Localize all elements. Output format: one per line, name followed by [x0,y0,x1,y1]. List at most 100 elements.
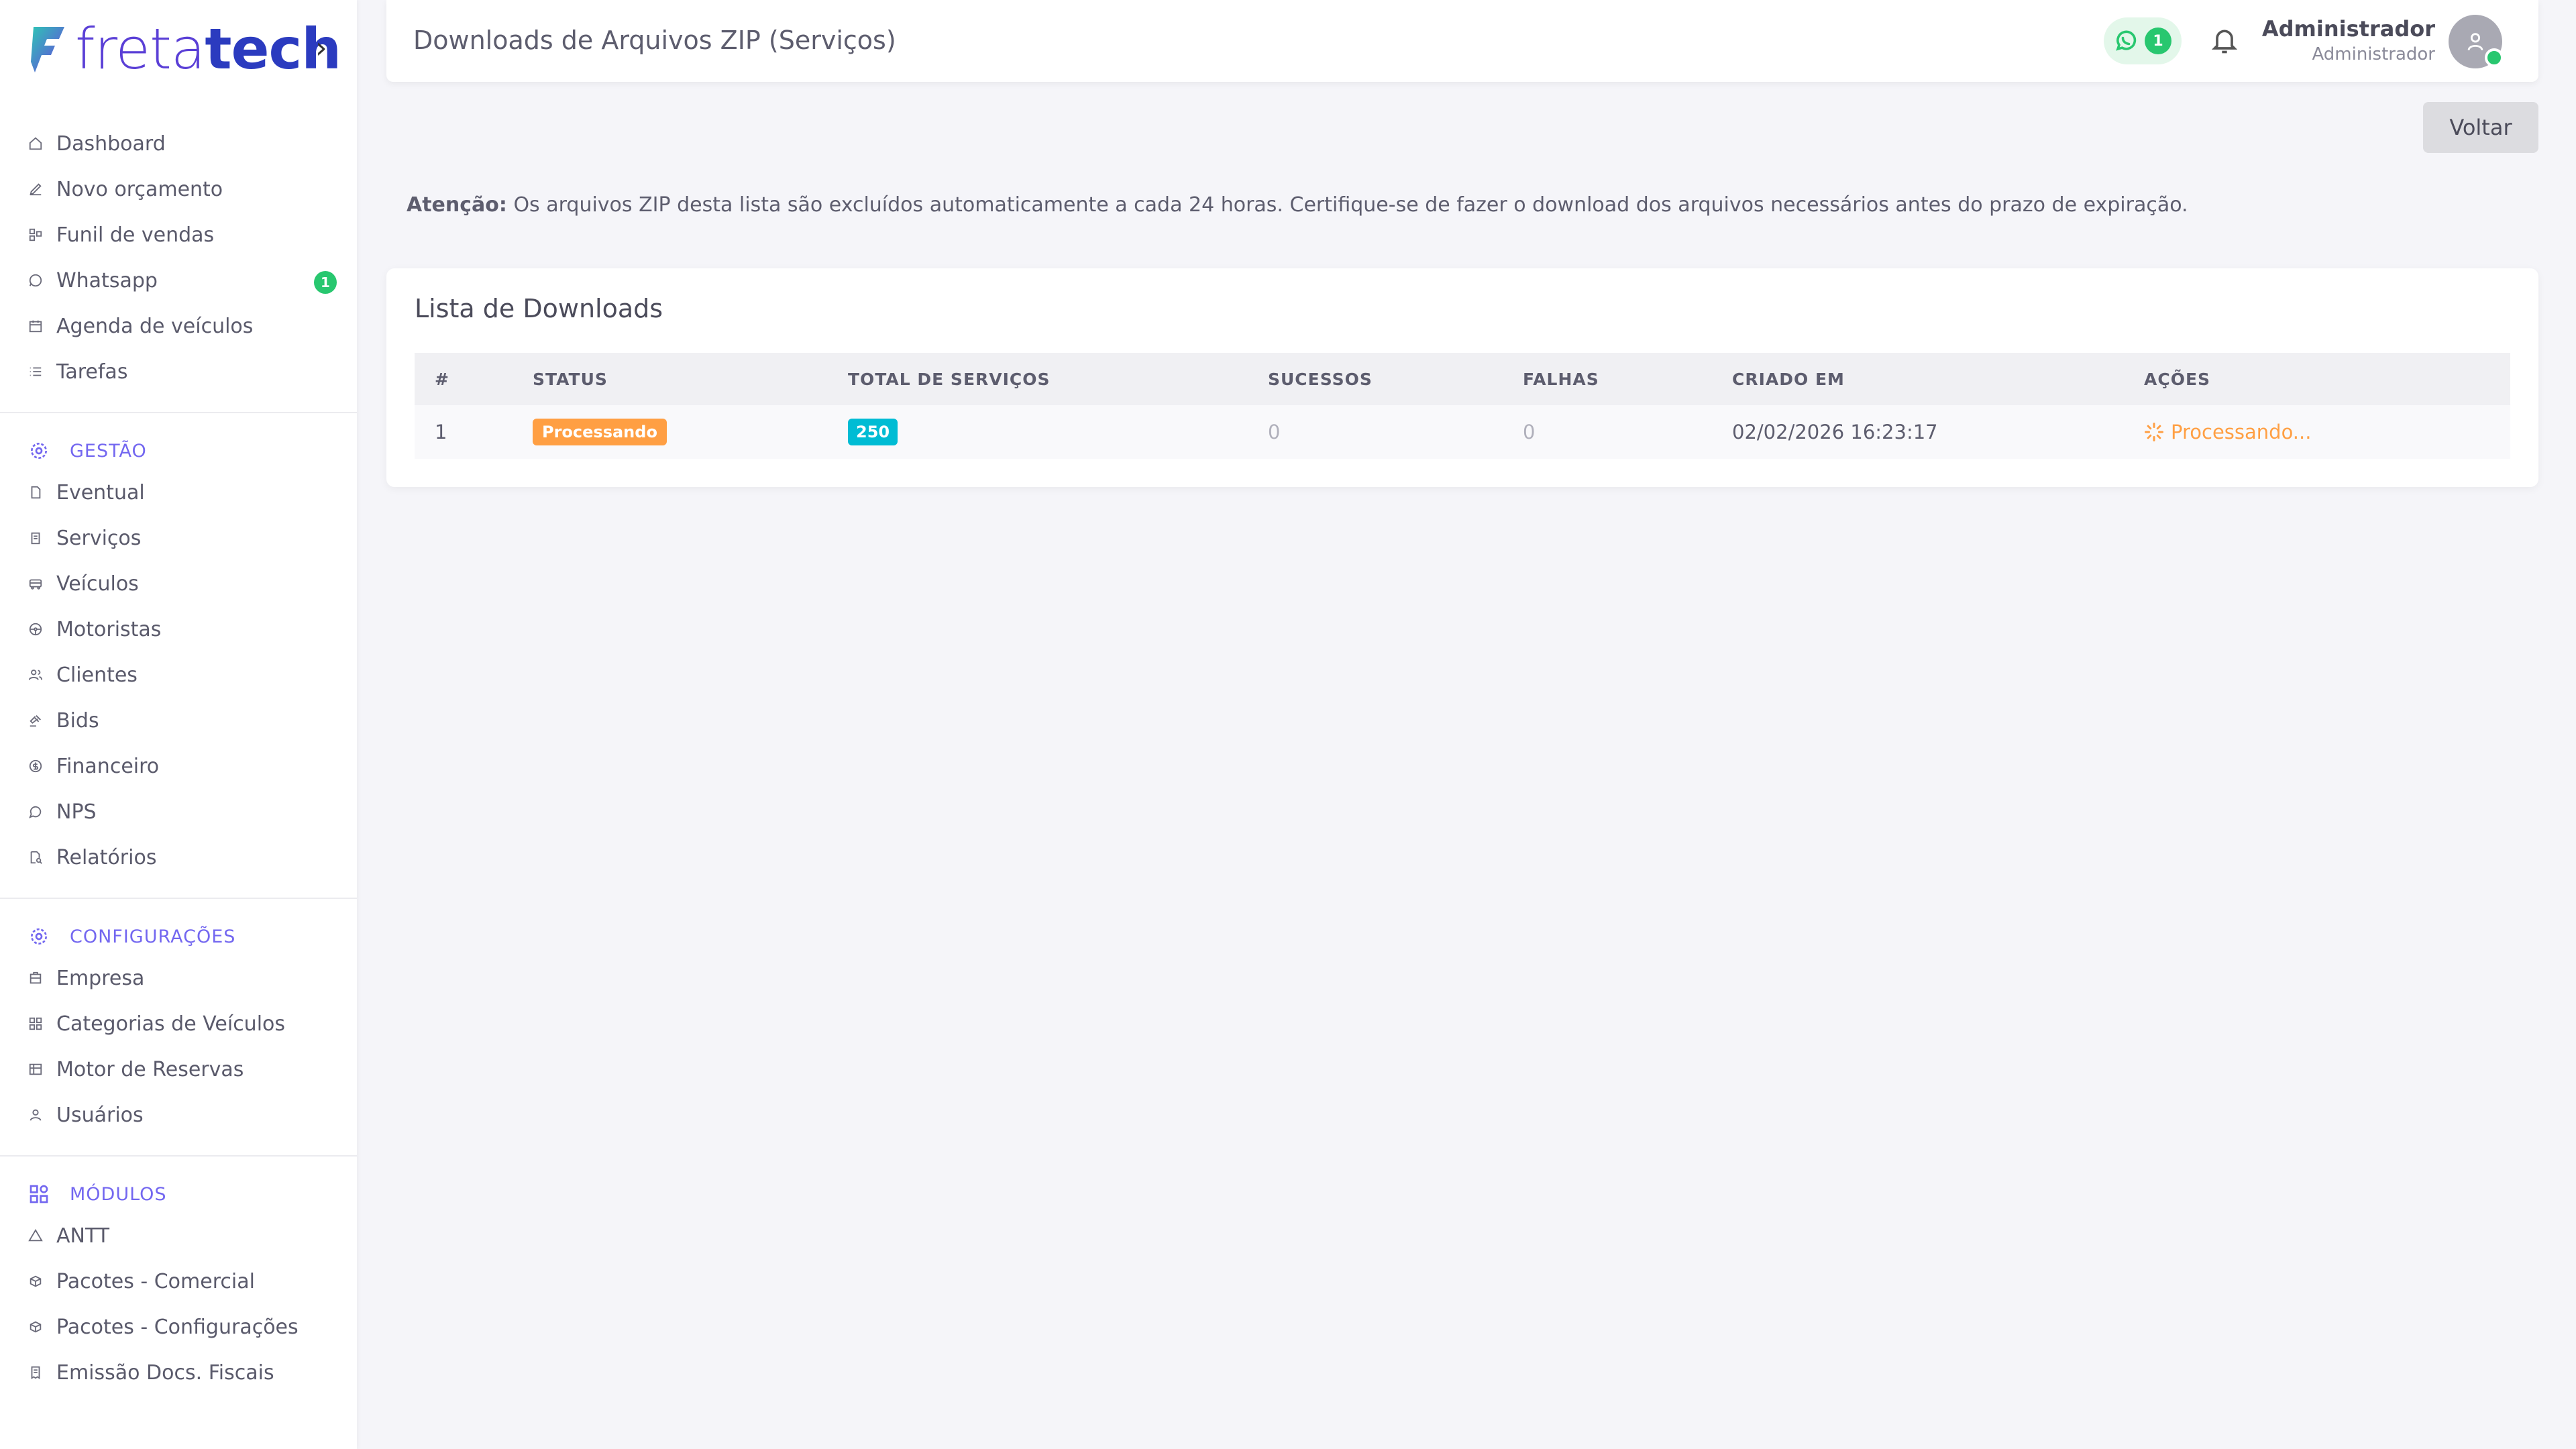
sidebar-item-label: Empresa [56,966,145,990]
package-icon [28,1320,43,1334]
category-icon [28,1016,43,1031]
clipboard-icon [28,531,43,545]
sidebar-item-usuarios[interactable]: Usuários [0,1092,357,1138]
downloads-table: # STATUS TOTAL DE SERVIÇOS SUCESSOS FALH… [415,353,2510,459]
sidebar-item-label: Usuários [56,1103,144,1127]
sidebar-item-novo-orcamento[interactable]: Novo orçamento [0,166,357,212]
sidebar-item-emissao-docs-fiscais[interactable]: Emissão Docs. Fiscais [0,1350,357,1395]
sidebar-item-eventual[interactable]: Eventual [0,470,357,515]
section-title-label: CONFIGURAÇÕES [70,926,236,947]
user-name[interactable]: Administrador [2262,16,2435,42]
sidebar-item-funil-de-vendas[interactable]: Funil de vendas [0,212,357,258]
column-header: CRIADO EM [1732,369,1845,389]
document-icon [28,485,43,500]
column-header: FALHAS [1523,369,1599,389]
edit-icon [28,182,43,197]
logo-text: fretatech [75,16,341,82]
gear-icon [28,440,50,462]
sidebar-item-label: Bids [56,708,99,733]
column-header: AÇÕES [2144,369,2211,389]
user-icon [28,1108,43,1122]
sidebar-item-empresa[interactable]: Empresa [0,955,357,1001]
sidebar-item-label: Novo orçamento [56,177,223,201]
sidebar-item-dashboard[interactable]: Dashboard [0,121,357,166]
sidebar-item-label: Emissão Docs. Fiscais [56,1360,274,1385]
sidebar: fretatech › Dashboard Novo orçamento Fun… [0,0,357,1449]
brand-logo[interactable]: fretatech [30,19,341,79]
sidebar-item-label: Pacotes - Comercial [56,1269,255,1293]
sidebar-item-label: Agenda de veículos [56,314,254,338]
sidebar-item-relatorios[interactable]: Relatórios [0,835,357,880]
whatsapp-icon [2116,30,2137,51]
sidebar-item-motor-de-reservas[interactable]: Motor de Reservas [0,1046,357,1092]
status-badge-label: Processando [533,419,667,445]
sidebar-item-tarefas[interactable]: Tarefas [0,349,357,394]
sidebar-item-agenda-de-veiculos[interactable]: Agenda de veículos [0,303,357,349]
sidebar-item-clientes[interactable]: Clientes [0,652,357,698]
sidebar-item-label: Whatsapp [56,268,158,292]
chat-icon [28,804,43,819]
bus-icon [28,576,43,591]
users-icon [28,667,43,682]
downloads-card: Lista de Downloads # STATUS TOTAL DE SER… [386,268,2538,487]
sidebar-item-label: Motor de Reservas [56,1057,244,1081]
sidebar-item-pacotes-configuracoes[interactable]: Pacotes - Configurações [0,1304,357,1350]
sidebar-item-label: Relatórios [56,845,157,869]
sidebar-item-motoristas[interactable]: Motoristas [0,606,357,652]
row-id: 1 [435,421,447,443]
whatsapp-icon [28,273,43,288]
sidebar-item-pacotes-comercial[interactable]: Pacotes - Comercial [0,1258,357,1304]
avatar[interactable] [2449,15,2504,68]
building-icon [28,971,43,985]
grid-icon [28,1183,50,1205]
section-title-gestao: GESTÃO [0,432,357,470]
sidebar-item-label: NPS [56,800,97,824]
column-header: # [435,369,449,389]
total-badge: 250 [848,419,898,445]
processing-label: Processando... [2171,421,2312,443]
user-icon [2467,33,2483,51]
sidebar-item-label: ANTT [56,1224,110,1248]
failures-value: 0 [1523,421,1536,443]
section-title-label: MÓDULOS [70,1183,167,1205]
sidebar-item-servicos[interactable]: Serviços [0,515,357,561]
sidebar-item-label: Tarefas [56,360,128,384]
sidebar-item-veiculos[interactable]: Veículos [0,561,357,606]
sidebar-item-label: Motoristas [56,617,162,641]
notice-bold: Atenção: [407,193,507,217]
sidebar-item-bids[interactable]: Bids [0,698,357,743]
sidebar-item-whatsapp[interactable]: Whatsapp 1 [0,258,357,303]
whatsapp-button[interactable]: 1 [2104,17,2182,64]
sidebar-item-financeiro[interactable]: Financeiro [0,743,357,789]
successes-value: 0 [1268,421,1281,443]
table-row: 1 Processando 250 0 0 02/02/2026 16:23:1… [415,405,2510,459]
gear-icon [28,926,50,947]
currency-icon [28,759,43,773]
sidebar-divider [0,898,357,899]
spinner-icon [2145,423,2163,441]
notice-text: Os arquivos ZIP desta lista são excluído… [506,193,2188,217]
total-badge-label: 250 [848,419,898,445]
back-button[interactable]: Voltar [2423,102,2538,153]
sidebar-item-categorias-de-veiculos[interactable]: Categorias de Veículos [0,1001,357,1046]
package-icon [28,1274,43,1289]
sidebar-item-label: Clientes [56,663,138,687]
sidebar-item-antt[interactable]: ANTT [0,1213,357,1258]
sidebar-divider [0,1155,357,1157]
sidebar-divider [0,412,357,413]
chevron-right-icon[interactable]: › [315,31,327,65]
section-title-modulos: MÓDULOS [0,1175,357,1213]
table-header: # STATUS TOTAL DE SERVIÇOS SUCESSOS FALH… [415,353,2510,405]
sidebar-item-label: Eventual [56,480,145,504]
expiration-notice: Atenção: Os arquivos ZIP desta lista são… [407,193,2188,217]
card-title: Lista de Downloads [415,294,663,323]
sidebar-item-nps[interactable]: NPS [0,789,357,835]
processing-status: Processando... [2144,421,2311,443]
home-icon [28,136,43,151]
column-header: TOTAL DE SERVIÇOS [848,369,1051,389]
column-header: SUCESSOS [1268,369,1373,389]
bell-icon[interactable] [2210,24,2239,58]
gavel-icon [28,713,43,728]
online-status-dot [2485,48,2504,67]
created-at-value: 02/02/2026 16:23:17 [1732,421,1938,443]
